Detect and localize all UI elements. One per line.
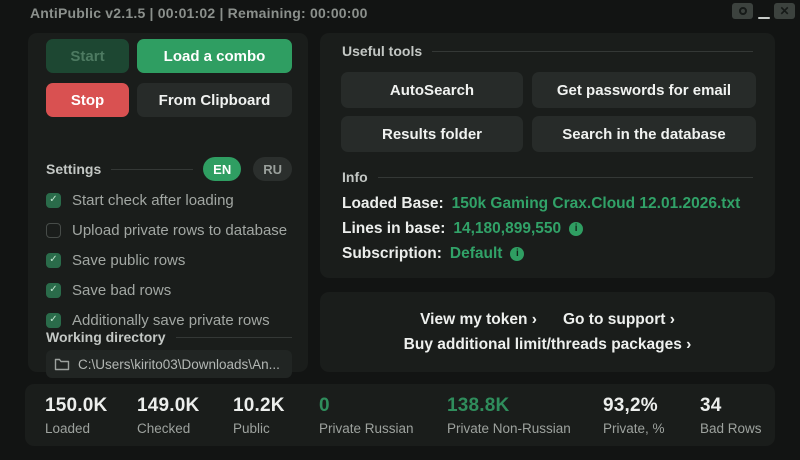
close-button[interactable]: ✕ xyxy=(774,3,795,19)
checkbox-start-check-after-loading[interactable]: ✓ Start check after loading xyxy=(46,185,292,215)
info-header: Info xyxy=(342,169,753,185)
checkbox-icon: ✓ xyxy=(46,192,61,208)
working-directory-label: Working directory xyxy=(46,329,166,345)
title-bar: AntiPublic v2.1.5 | 00:01:02 | Remaining… xyxy=(0,0,800,26)
record-circle-button[interactable] xyxy=(732,3,753,19)
info-row-loaded-base: Loaded Base: 150k Gaming Crax.Cloud 12.0… xyxy=(342,191,753,216)
divider xyxy=(432,50,753,52)
results-folder-button[interactable]: Results folder xyxy=(341,116,523,152)
checkbox-label: Upload private rows to database xyxy=(72,221,288,239)
settings-checkbox-list: ✓ Start check after loading ✓ Upload pri… xyxy=(46,185,292,335)
checkbox-icon: ✓ xyxy=(46,312,61,328)
stat-private-russian: 0 Private Russian xyxy=(319,395,414,436)
app-title: AntiPublic v2.1.5 | 00:01:02 | Remaining… xyxy=(30,5,368,21)
stat-label: Public xyxy=(233,421,270,436)
checkbox-save-public-rows[interactable]: ✓ Save public rows xyxy=(46,245,292,275)
info-row-lines-in-base: Lines in base: 14,180,899,550 i xyxy=(342,216,753,241)
stat-label: Private, % xyxy=(603,421,665,436)
language-toggle-en[interactable]: EN xyxy=(203,157,242,181)
checkbox-save-bad-rows[interactable]: ✓ Save bad rows xyxy=(46,275,292,305)
stat-private-non-russian: 138.8K Private Non-Russian xyxy=(447,395,571,436)
settings-header: Settings EN RU xyxy=(46,157,292,181)
minimize-icon xyxy=(758,17,770,19)
circle-icon xyxy=(738,7,747,15)
useful-tools-label: Useful tools xyxy=(342,43,423,59)
stat-label: Loaded xyxy=(45,421,91,436)
checkbox-icon: ✓ xyxy=(46,252,61,268)
start-button[interactable]: Start xyxy=(46,39,129,73)
subscription-value: Default xyxy=(449,244,503,262)
stats-bar: 150.0K Loaded 149.0K Checked 10.2K Publi… xyxy=(25,384,775,446)
stat-value: 10.2K xyxy=(233,395,285,416)
links-panel: View my token › Go to support › Buy addi… xyxy=(320,292,775,372)
info-row-subscription: Subscription: Default i xyxy=(342,241,753,266)
stat-value: 149.0K xyxy=(137,395,200,416)
working-directory-header: Working directory xyxy=(46,329,292,345)
language-toggle-ru[interactable]: RU xyxy=(253,157,292,181)
stat-private-percent: 93,2% Private, % xyxy=(603,395,665,436)
checkbox-label: Additionally save private rows xyxy=(72,311,270,329)
close-icon: ✕ xyxy=(779,4,790,18)
stat-checked: 149.0K Checked xyxy=(137,395,199,436)
stat-public: 10.2K Public xyxy=(233,395,285,436)
links-row-top: View my token › Go to support › xyxy=(420,311,675,329)
stat-bad-rows: 34 Bad Rows xyxy=(700,395,762,436)
info-rows: Loaded Base: 150k Gaming Crax.Cloud 12.0… xyxy=(342,191,753,266)
checkbox-label: Start check after loading xyxy=(72,191,234,209)
stat-value: 34 xyxy=(700,395,722,416)
autosearch-button[interactable]: AutoSearch xyxy=(341,72,523,108)
view-my-token-link[interactable]: View my token › xyxy=(420,311,537,329)
folder-icon xyxy=(54,358,70,371)
stat-value: 138.8K xyxy=(447,395,510,416)
links-row-bottom: Buy additional limit/threads packages › xyxy=(404,336,692,354)
divider xyxy=(377,176,753,178)
checkbox-icon: ✓ xyxy=(46,282,61,298)
divider xyxy=(111,168,194,170)
settings-label: Settings xyxy=(46,161,102,177)
stat-value: 0 xyxy=(319,395,330,416)
from-clipboard-button[interactable]: From Clipboard xyxy=(137,83,292,117)
working-directory-field[interactable]: C:\Users\kirito03\Downloads\An... xyxy=(46,350,292,378)
stat-label: Bad Rows xyxy=(700,421,762,436)
stat-label: Checked xyxy=(137,421,191,436)
buy-packages-link[interactable]: Buy additional limit/threads packages › xyxy=(404,336,692,354)
divider xyxy=(175,336,292,338)
info-icon[interactable]: i xyxy=(569,221,584,236)
info-label: Info xyxy=(342,169,368,185)
get-passwords-button[interactable]: Get passwords for email xyxy=(532,72,756,108)
stop-button[interactable]: Stop xyxy=(46,83,129,117)
checkbox-label: Save public rows xyxy=(72,251,186,269)
tools-info-panel: Useful tools AutoSearch Get passwords fo… xyxy=(320,33,775,278)
stat-value: 150.0K xyxy=(45,395,108,416)
useful-tools-header: Useful tools xyxy=(342,43,753,59)
stat-label: Private Non-Russian xyxy=(447,421,571,436)
load-combo-button[interactable]: Load a combo xyxy=(137,39,292,73)
search-database-button[interactable]: Search in the database xyxy=(532,116,756,152)
checkbox-icon: ✓ xyxy=(46,222,61,238)
info-row-label: Lines in base: xyxy=(342,219,446,237)
info-icon[interactable]: i xyxy=(510,246,525,261)
info-row-label: Loaded Base: xyxy=(342,194,444,212)
loaded-base-value: 150k Gaming Crax.Cloud 12.01.2026.txt xyxy=(451,194,741,212)
stat-value: 93,2% xyxy=(603,395,658,416)
lines-in-base-value: 14,180,899,550 xyxy=(453,219,562,237)
go-to-support-link[interactable]: Go to support › xyxy=(563,311,675,329)
stat-loaded: 150.0K Loaded xyxy=(45,395,107,436)
minimize-button[interactable] xyxy=(756,3,772,19)
controls-panel: Start Load a combo Stop From Clipboard S… xyxy=(28,33,308,378)
stat-label: Private Russian xyxy=(319,421,414,436)
checkbox-upload-private-rows[interactable]: ✓ Upload private rows to database xyxy=(46,215,292,245)
info-row-label: Subscription: xyxy=(342,244,442,262)
working-directory-path: C:\Users\kirito03\Downloads\An... xyxy=(78,356,280,372)
checkbox-label: Save bad rows xyxy=(72,281,172,299)
